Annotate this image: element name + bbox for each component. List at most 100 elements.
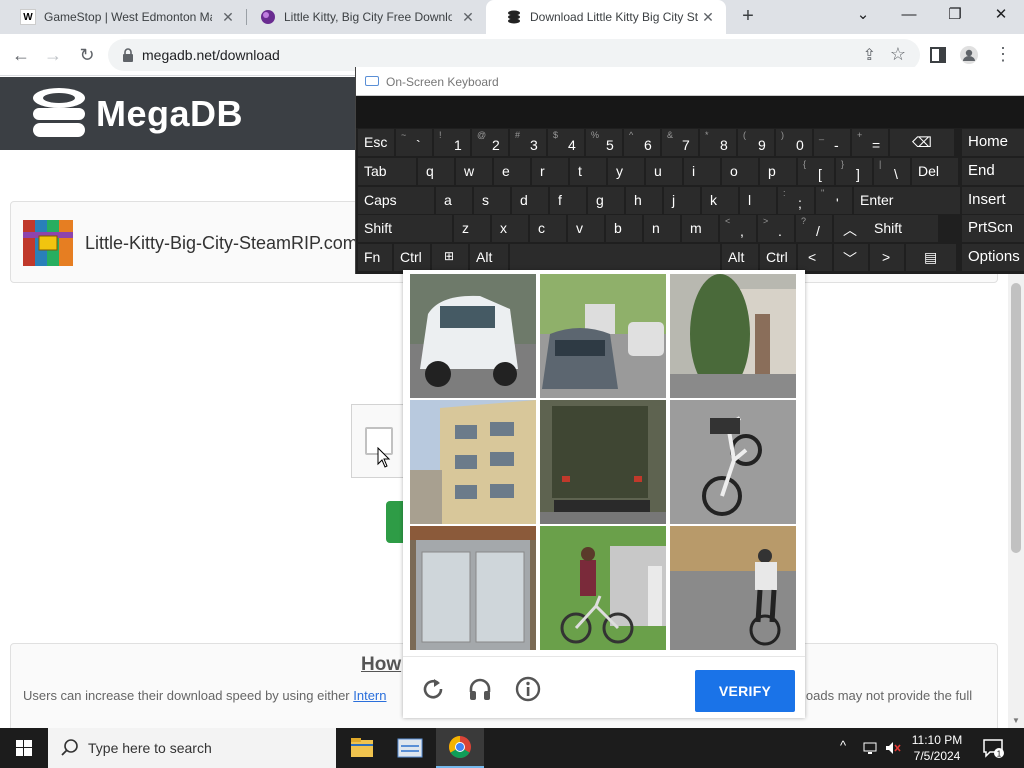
key-f[interactable]: f [550,187,586,214]
tab-search-chevron-icon[interactable]: ⌄ [840,0,886,34]
minimize-button[interactable]: — [886,0,932,34]
key-8[interactable]: * 8 [700,129,736,156]
down-arrow-key[interactable]: ﹀ [834,244,868,271]
captcha-tile[interactable] [410,400,536,524]
space-key[interactable] [510,244,720,271]
show-hidden-icons-chevron-icon[interactable]: ^ [840,738,846,753]
left-ctrl-key[interactable]: Ctrl [394,244,430,271]
windows-key[interactable]: ⊞ [432,244,468,271]
right-ctrl-key[interactable]: Ctrl [760,244,796,271]
left-arrow-key[interactable]: < [798,244,832,271]
side-panel-icon[interactable] [929,46,947,64]
start-button[interactable] [0,728,48,768]
verify-button[interactable]: VERIFY [695,670,795,712]
right-alt-key[interactable]: Alt [722,244,758,271]
key-=[interactable]: + = [852,129,888,156]
info-icon[interactable] [515,676,541,702]
left-alt-key[interactable]: Alt [470,244,508,271]
audio-challenge-headphones-icon[interactable] [467,676,493,702]
scrollbar-thumb[interactable] [1011,283,1021,553]
restore-button[interactable]: ❐ [932,0,978,34]
delete-key[interactable]: Del [912,158,958,185]
enter-key[interactable]: Enter [854,187,960,214]
network-icon[interactable] [862,740,878,756]
key-g[interactable]: g [588,187,624,214]
new-tab-button[interactable]: + [738,6,758,26]
bookmark-star-icon[interactable]: ☆ [890,44,906,65]
profile-avatar-icon[interactable] [960,46,978,64]
captcha-tile[interactable] [410,274,536,398]
system-clock[interactable]: 11:10 PM 7/5/2024 [906,732,968,764]
tab-little-kitty-free-download[interactable]: Little Kitty, Big City Free Downlo ✕ [240,0,486,34]
captcha-tile[interactable] [540,274,666,398]
tab-gamestop[interactable]: W GameStop | West Edmonton Ma ✕ [0,0,246,34]
share-icon[interactable]: ⇪ [863,45,876,65]
close-window-button[interactable]: ✕ [978,0,1024,34]
right-shift-key[interactable]: Shift [868,215,938,242]
reload-challenge-icon[interactable] [420,676,446,702]
key-end[interactable]: End [962,158,1024,185]
key-k[interactable]: k [702,187,738,214]
captcha-tile[interactable] [540,400,666,524]
key-9[interactable]: (9 [738,129,774,156]
key-esc[interactable]: Esc [358,129,394,156]
key-e[interactable]: e [494,158,530,185]
key-a[interactable]: a [436,187,472,214]
notification-center-icon[interactable]: 1 [982,737,1004,759]
key-n[interactable]: n [644,215,680,242]
key-`[interactable]: ~ ` [396,129,432,156]
taskbar-search-box[interactable]: Type here to search [48,728,336,768]
key-t[interactable]: t [570,158,606,185]
key-u[interactable]: u [646,158,682,185]
key-1[interactable]: ! 1 [434,129,470,156]
key-m[interactable]: m [682,215,718,242]
key-l[interactable]: l [740,187,776,214]
key-o[interactable]: o [722,158,758,185]
key-\[interactable]: | \ [874,158,910,185]
on-screen-keyboard-taskbar-icon[interactable] [386,728,434,768]
forward-button[interactable]: → [42,44,64,66]
captcha-tile[interactable] [540,526,666,650]
key-.[interactable]: >. [758,215,794,242]
backspace-key[interactable]: ⌫ [890,129,954,156]
key-c[interactable]: c [530,215,566,242]
tab-download-little-kitty[interactable]: Download Little Kitty Big City St ✕ [486,0,726,34]
up-arrow-key[interactable]: ︿ [834,215,868,242]
close-tab-icon[interactable]: ✕ [220,9,236,25]
key-p[interactable]: p [760,158,796,185]
key-][interactable]: }] [836,158,872,185]
scroll-down-arrow-icon[interactable]: ▼ [1011,716,1021,726]
reload-button[interactable]: ↻ [76,44,98,66]
tab-key[interactable]: Tab [358,158,416,185]
internet-link[interactable]: Intern [353,688,386,703]
key-s[interactable]: s [474,187,510,214]
key-[[interactable]: {[ [798,158,834,185]
more-menu-icon[interactable]: ⋮ [992,43,1014,65]
key-,[interactable]: <, [720,215,756,242]
caps-lock-key[interactable]: Caps [358,187,434,214]
captcha-tile[interactable] [670,400,796,524]
key-i[interactable]: i [684,158,720,185]
key-j[interactable]: j [664,187,700,214]
key-4[interactable]: $4 [548,129,584,156]
key-5[interactable]: % 5 [586,129,622,156]
chrome-taskbar-icon[interactable] [436,728,484,768]
fn-key[interactable]: Fn [358,244,392,271]
volume-muted-icon[interactable] [884,740,902,756]
menu-key[interactable]: ▤ [906,244,956,271]
captcha-tile[interactable] [670,274,796,398]
key-'[interactable]: " ' [816,187,852,214]
osk-titlebar[interactable]: On-Screen Keyboard [356,67,1024,96]
key-;[interactable]: :; [778,187,814,214]
key-0[interactable]: ) 0 [776,129,812,156]
key-prtscn[interactable]: PrtScn [962,215,1024,242]
file-explorer-taskbar-icon[interactable] [338,728,386,768]
key-insert[interactable]: Insert [962,187,1024,214]
key-3[interactable]: #3 [510,129,546,156]
key-v[interactable]: v [568,215,604,242]
key-r[interactable]: r [532,158,568,185]
captcha-tile[interactable] [410,526,536,650]
key-home[interactable]: Home [962,129,1024,156]
key-2[interactable]: @2 [472,129,508,156]
key-7[interactable]: & 7 [662,129,698,156]
